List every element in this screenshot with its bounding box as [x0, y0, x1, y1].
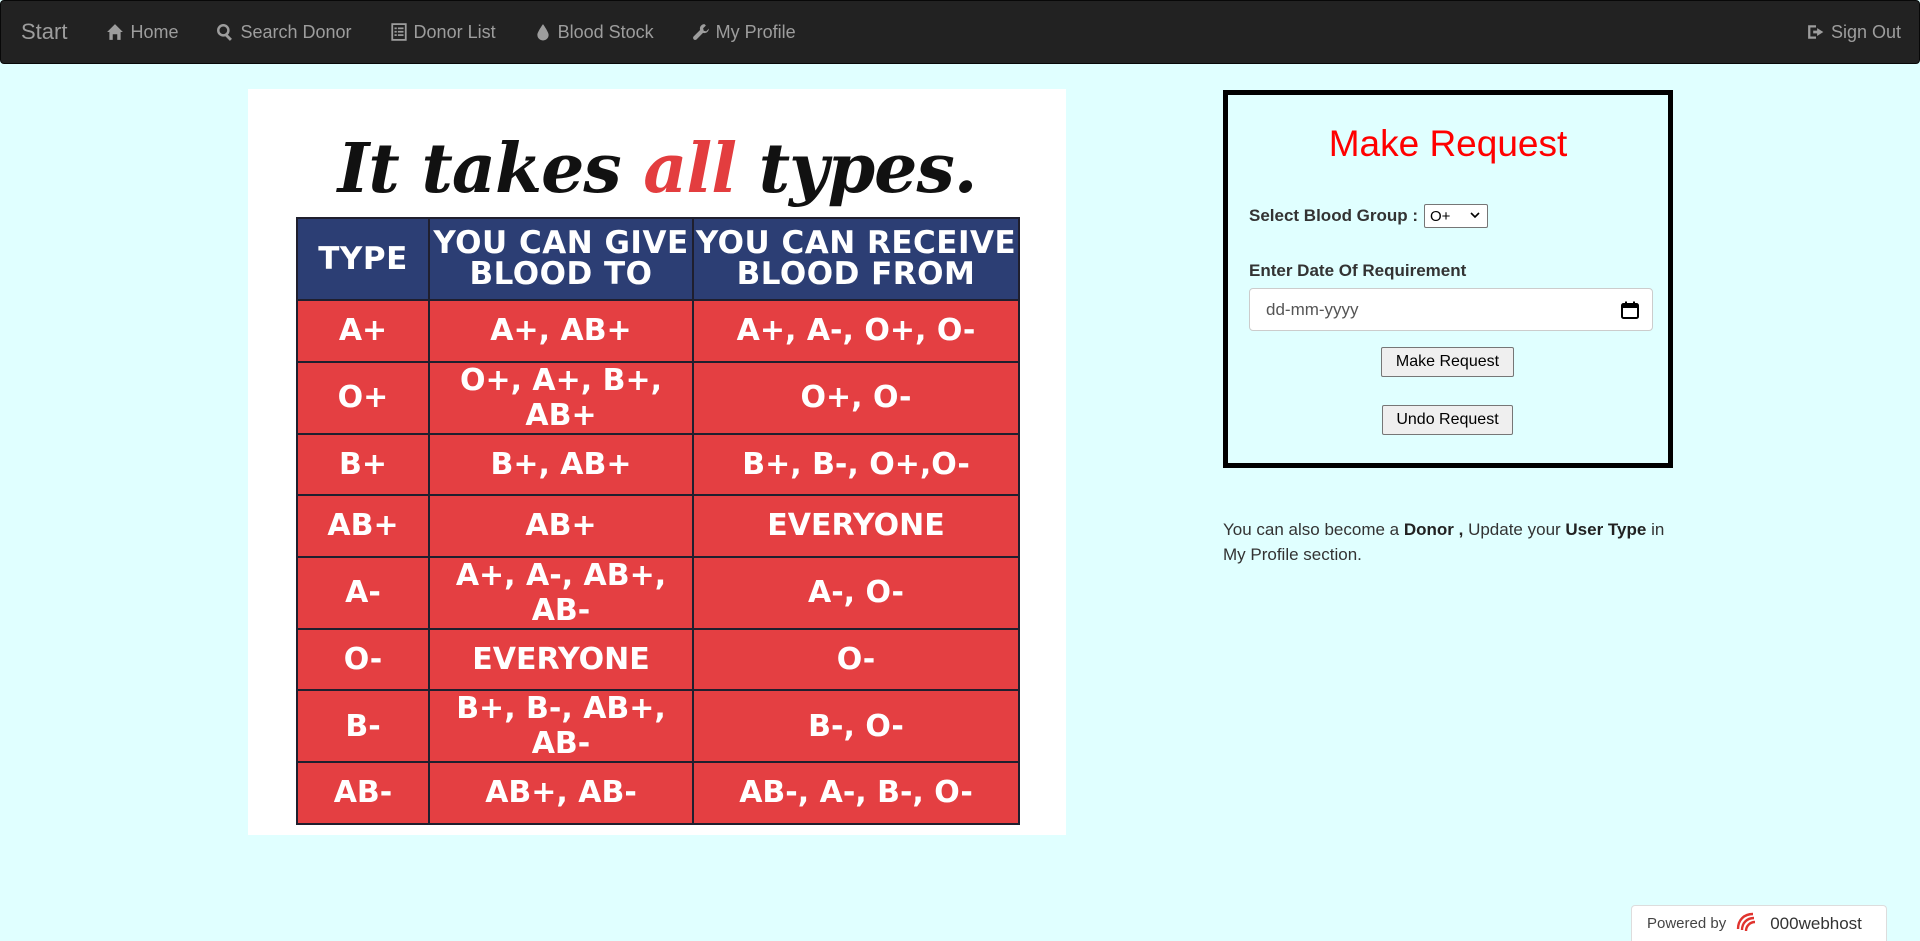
cell-receive: B+, B-, O+,O-: [692, 432, 1020, 496]
cell-give: B+, B-, AB+, AB-: [428, 689, 694, 763]
nav-home[interactable]: Home: [87, 0, 197, 64]
home-icon: [106, 23, 124, 41]
nav-blood-stock-label: Blood Stock: [557, 22, 654, 42]
table-row: A- A+, A-, AB+, AB- A-, O-: [296, 555, 1020, 630]
poster-title-start: It takes: [337, 129, 644, 209]
sign-out-icon: [1807, 23, 1825, 41]
cell-give: A+, A-, AB+, AB-: [428, 555, 694, 630]
calendar-icon[interactable]: [1620, 300, 1640, 320]
cell-receive: A+, A-, O+, O-: [692, 299, 1020, 363]
blood-group-select[interactable]: O+: [1424, 204, 1488, 228]
cell-type: AB-: [296, 761, 430, 825]
powered-by-brand: 000webhost: [1770, 913, 1862, 933]
date-label: Enter Date Of Requirement: [1249, 261, 1467, 280]
cell-type: A-: [296, 555, 430, 630]
cell-receive: B-, O-: [692, 689, 1020, 763]
chevron-down-icon: [1470, 212, 1480, 219]
cell-receive: AB-, A-, B-, O-: [692, 761, 1020, 825]
cell-give: AB+, AB-: [428, 761, 694, 825]
compatibility-table: TYPE YOU CAN GIVE BLOOD TO YOU CAN RECEI…: [296, 217, 1020, 825]
search-icon: [216, 23, 234, 41]
table-row: AB- AB+, AB- AB-, A-, B-, O-: [296, 761, 1020, 825]
cell-give: A+, AB+: [428, 299, 694, 363]
requirement-date-input[interactable]: dd-mm-yyyy: [1249, 288, 1653, 331]
poster-title: It takes all types.: [248, 129, 1066, 209]
blood-compatibility-poster: It takes all types. TYPE YOU CAN GIVE BL…: [248, 89, 1066, 835]
nav-sign-out-label: Sign Out: [1830, 22, 1901, 42]
blood-group-label: Select Blood Group :: [1249, 206, 1419, 225]
nav-sign-out[interactable]: Sign Out: [1788, 0, 1919, 64]
header-give: YOU CAN GIVE BLOOD TO: [428, 217, 694, 301]
table-row: O+ O+, A+, B+, AB+ O+, O-: [296, 360, 1020, 435]
cell-type: A+: [296, 299, 430, 363]
info-text-1: You can also become a: [1223, 520, 1404, 539]
nav-donor-list[interactable]: Donor List: [371, 0, 515, 64]
table-header-row: TYPE YOU CAN GIVE BLOOD TO YOU CAN RECEI…: [296, 217, 1020, 301]
table-row: B+ B+, AB+ B+, B-, O+,O-: [296, 432, 1020, 496]
cell-give: EVERYONE: [428, 627, 694, 691]
request-title: Make Request: [1328, 123, 1568, 164]
powered-by-text: Powered by: [1647, 915, 1727, 932]
table-row: O- EVERYONE O-: [296, 627, 1020, 691]
cell-give: B+, AB+: [428, 432, 694, 496]
info-donor-bold: Donor ,: [1403, 520, 1464, 539]
header-type: TYPE: [296, 217, 430, 301]
top-navbar: Start Home Search Donor Donor List Blood…: [0, 0, 1920, 64]
cell-give: AB+: [428, 494, 694, 558]
date-placeholder: dd-mm-yyyy: [1266, 299, 1359, 319]
table-row: B- B+, B-, AB+, AB- B-, O-: [296, 689, 1020, 763]
table-row: AB+ AB+ EVERYONE: [296, 494, 1020, 558]
nav-my-profile-label: My Profile: [715, 22, 796, 42]
cell-receive: EVERYONE: [692, 494, 1020, 558]
cell-type: O+: [296, 360, 430, 435]
become-donor-note: You can also become a Donor , Update you…: [1223, 517, 1673, 567]
nav-donor-list-label: Donor List: [413, 22, 496, 42]
header-receive: YOU CAN RECEIVE BLOOD FROM: [692, 217, 1020, 301]
cell-receive: O+, O-: [692, 360, 1020, 435]
nav-home-label: Home: [130, 22, 179, 42]
nav-search-donor[interactable]: Search Donor: [197, 0, 370, 64]
info-user-type-bold: User Type: [1565, 520, 1647, 539]
cell-type: B+: [296, 432, 430, 496]
wrench-icon: [692, 23, 710, 41]
make-request-panel: Make Request Select Blood Group : O+ Ent…: [1223, 90, 1673, 468]
info-text-2: Update your: [1463, 520, 1566, 539]
drop-icon: [534, 23, 552, 41]
cell-type: B-: [296, 689, 430, 763]
blood-group-value: O+: [1430, 207, 1451, 225]
powered-by-badge[interactable]: Powered by 000webhost: [1631, 905, 1887, 941]
poster-title-end: types.: [736, 129, 978, 209]
undo-request-button[interactable]: Undo Request: [1382, 405, 1513, 435]
nav-search-donor-label: Search Donor: [240, 22, 352, 42]
navbar-brand[interactable]: Start: [1, 0, 87, 64]
table-row: A+ A+, AB+ A+, A-, O+, O-: [296, 299, 1020, 363]
cell-receive: A-, O-: [692, 555, 1020, 630]
cell-type: O-: [296, 627, 430, 691]
cell-type: AB+: [296, 494, 430, 558]
cell-give: O+, A+, B+, AB+: [428, 360, 694, 435]
nav-my-profile[interactable]: My Profile: [673, 0, 815, 64]
list-icon: [390, 23, 408, 41]
nav-blood-stock[interactable]: Blood Stock: [515, 0, 673, 64]
poster-title-accent: all: [643, 129, 737, 209]
cell-receive: O-: [692, 627, 1020, 691]
make-request-button[interactable]: Make Request: [1381, 347, 1514, 377]
webhost-logo-icon: [1734, 911, 1762, 937]
